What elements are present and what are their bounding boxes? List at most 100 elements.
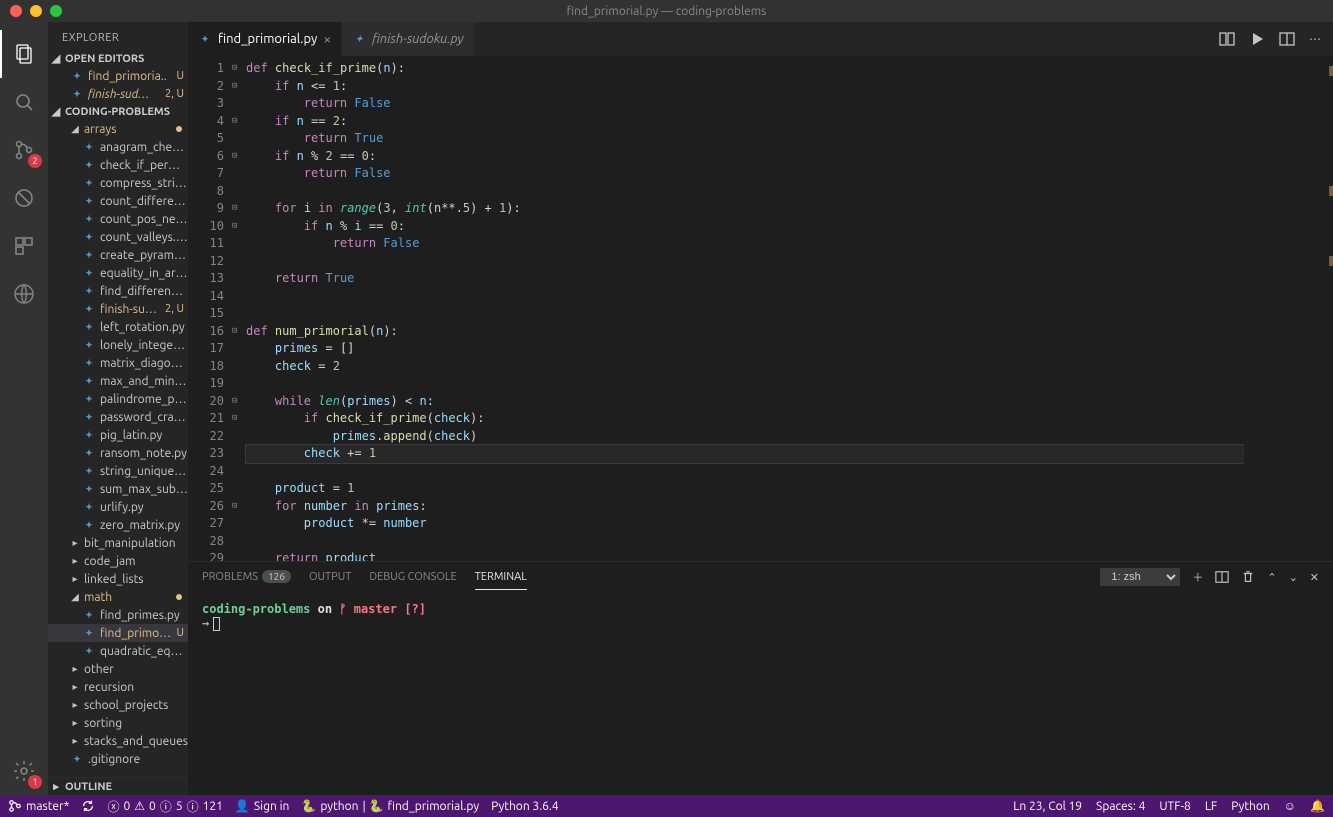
tree-folder[interactable]: ◢math (48, 588, 188, 606)
chevron-down-icon[interactable]: ⌄ (1289, 571, 1298, 584)
run-icon[interactable] (1249, 31, 1265, 47)
python-file-icon (82, 302, 96, 316)
tree-file[interactable]: pig_latin.py (48, 426, 188, 444)
status-sync[interactable] (81, 799, 95, 813)
compare-icon[interactable] (1219, 31, 1235, 47)
section-outline[interactable]: ▸ OUTLINE (48, 777, 188, 795)
panel-tab-output[interactable]: OUTPUT (309, 565, 351, 589)
status-feedback-icon[interactable]: ☺ (1284, 799, 1296, 813)
python-file-icon (82, 410, 96, 424)
split-terminal-icon[interactable] (1215, 570, 1229, 584)
tree-file[interactable]: left_rotation.py (48, 318, 188, 336)
tree-folder[interactable]: ▸school_projects (48, 696, 188, 714)
chevron-right-icon: ▸ (70, 555, 80, 567)
close-tab-icon[interactable]: × (323, 31, 331, 47)
sidebar-title: EXPLORER (48, 22, 188, 50)
tree-folder[interactable]: ▸sorting (48, 714, 188, 732)
modified-dot-icon (176, 126, 182, 132)
activity-docker[interactable] (0, 270, 48, 318)
activity-extensions[interactable] (0, 222, 48, 270)
panel-tab-problems[interactable]: PROBLEMS126 (202, 565, 291, 589)
more-icon[interactable]: ⋯ (1309, 32, 1321, 46)
python-file-icon (82, 176, 96, 190)
code-content[interactable]: def check_if_prime(n): if n <= 1: return… (246, 56, 1243, 561)
tree-file[interactable]: zero_matrix.py (48, 516, 188, 534)
tree-file[interactable]: find_difference.py (48, 282, 188, 300)
tree-file[interactable]: ransom_note.py (48, 444, 188, 462)
tree-file[interactable]: finish-sudo…2, U (48, 300, 188, 318)
tree-file[interactable]: equality_in_array.py (48, 264, 188, 282)
chevron-right-icon: ▸ (70, 663, 80, 675)
line-number-gutter: 1234567891011121314151617181920212223242… (188, 56, 232, 561)
terminal[interactable]: coding-problems on ᚠ master [?] → (188, 592, 1333, 795)
editor-tab[interactable]: finish-sudoku.py (342, 22, 474, 56)
activity-search[interactable] (0, 78, 48, 126)
panel-tab-terminal[interactable]: TERMINAL (475, 565, 527, 590)
status-eol[interactable]: LF (1205, 800, 1217, 813)
python-file-icon (82, 248, 96, 262)
tree-folder[interactable]: ▸code_jam (48, 552, 188, 570)
status-cursor[interactable]: Ln 23, Col 19 (1013, 800, 1082, 813)
tree-file[interactable]: sum_max_subarra… (48, 480, 188, 498)
activity-scm[interactable]: 2 (0, 126, 48, 174)
tree-folder[interactable]: ▸stacks_and_queues (48, 732, 188, 750)
tree-file[interactable]: check_if_permutat… (48, 156, 188, 174)
tree-file[interactable]: find_primorial.…U (48, 624, 188, 642)
chevron-right-icon: ▸ (50, 780, 62, 793)
tree-folder[interactable]: ▸linked_lists (48, 570, 188, 588)
tree-file[interactable]: anagram_check.py (48, 138, 188, 156)
tree-file[interactable]: quadratic_equatio… (48, 642, 188, 660)
tree-file[interactable]: create_pyramid.py (48, 246, 188, 264)
python-file-icon (82, 194, 96, 208)
tree-file[interactable]: count_valleys.py (48, 228, 188, 246)
terminal-select[interactable]: 1: zsh (1100, 568, 1180, 586)
tree-file[interactable]: max_and_min_sum… (48, 372, 188, 390)
tree-folder[interactable]: ▸recursion (48, 678, 188, 696)
python-file-icon (70, 69, 84, 83)
tree-file[interactable]: urlify.py (48, 498, 188, 516)
chevron-up-icon[interactable]: ⌃ (1267, 571, 1276, 584)
section-project[interactable]: ◢ CODING-PROBLEMS (48, 103, 188, 120)
panel-tab-debug[interactable]: DEBUG CONSOLE (369, 565, 456, 589)
split-icon[interactable] (1279, 31, 1295, 47)
tree-file[interactable]: matrix_diagonal_di… (48, 354, 188, 372)
editor-tab[interactable]: find_primorial.py× (188, 22, 342, 56)
tree-folder[interactable]: ▸bit_manipulation (48, 534, 188, 552)
tree-file[interactable]: find_primes.py (48, 606, 188, 624)
tree-file[interactable]: palindrome_permu… (48, 390, 188, 408)
python-file-icon (70, 752, 84, 766)
fold-gutter[interactable]: ⊟⊟⊟⊟⊟⊟⊟⊟⊟⊟ (232, 56, 246, 561)
status-encoding[interactable]: UTF-8 (1159, 800, 1190, 813)
section-open-editors[interactable]: ◢ OPEN EDITORS (48, 50, 188, 67)
close-panel-icon[interactable]: ✕ (1310, 571, 1319, 584)
status-env[interactable]: 🐍 python | 🐍 find_primorial.py (301, 799, 479, 813)
tree-file[interactable]: count_differences… (48, 192, 188, 210)
tree-file[interactable]: count_pos_neg_ze… (48, 210, 188, 228)
new-terminal-icon[interactable]: ＋ (1192, 569, 1203, 585)
activity-settings[interactable]: 1 (0, 747, 48, 795)
status-errors[interactable]: ⓧ 0 ⚠ 0 ⓘ 5 ⓘ 121 (107, 798, 222, 815)
tree-file[interactable]: lonely_integer.py (48, 336, 188, 354)
status-python[interactable]: Python 3.6.4 (491, 800, 559, 813)
python-file-icon (82, 374, 96, 388)
tree-file[interactable]: password_cracker… (48, 408, 188, 426)
chevron-right-icon: ▸ (70, 735, 80, 747)
tree-folder[interactable]: ◢arrays (48, 120, 188, 138)
status-branch[interactable]: master* (8, 799, 69, 813)
status-spaces[interactable]: Spaces: 4 (1096, 800, 1145, 813)
tree-file[interactable]: string_unique_cha… (48, 462, 188, 480)
editor-body[interactable]: 1234567891011121314151617181920212223242… (188, 56, 1333, 561)
trash-icon[interactable] (1241, 570, 1255, 584)
tree-file[interactable]: .gitignore (48, 750, 188, 768)
status-bell-icon[interactable]: 🔔 (1310, 799, 1325, 813)
minimap[interactable] (1243, 56, 1333, 561)
activity-debug[interactable] (0, 174, 48, 222)
open-editor-item[interactable]: finish-sud…2, U (48, 85, 188, 103)
activity-explorer[interactable] (0, 30, 48, 78)
window-title: find_primorial.py — coding-problems (0, 5, 1333, 18)
status-lang[interactable]: Python (1231, 800, 1270, 813)
open-editor-item[interactable]: find_primoria..U (48, 67, 188, 85)
status-signin[interactable]: 👤 Sign in (235, 799, 289, 813)
tree-file[interactable]: compress_string.py (48, 174, 188, 192)
tree-folder[interactable]: ▸other (48, 660, 188, 678)
